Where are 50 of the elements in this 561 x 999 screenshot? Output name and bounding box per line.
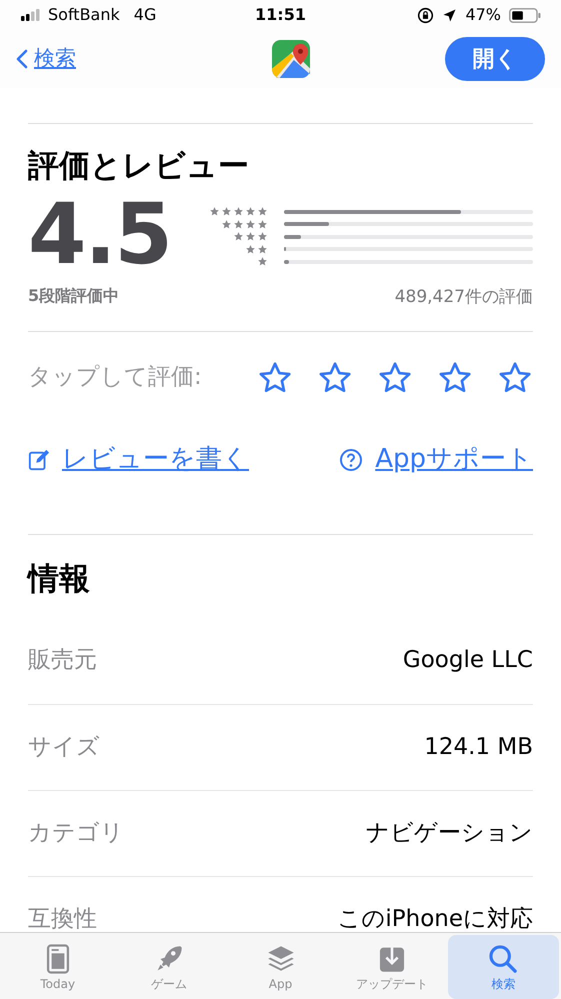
location-arrow-icon [442, 8, 458, 22]
star-icon [245, 206, 256, 217]
star-icon [245, 231, 256, 242]
tab-item[interactable]: ゲーム [113, 935, 225, 999]
star-icon [257, 256, 268, 267]
star-icon [257, 206, 268, 217]
info-label: 販売元 [28, 646, 97, 676]
battery-icon [509, 8, 541, 22]
map-app-icon [272, 40, 310, 78]
battery-percent: 47% [465, 4, 501, 26]
write-review-link[interactable]: レビューを書く [28, 440, 249, 479]
info-label: 互換性 [28, 904, 97, 934]
info-value: このiPhoneに対応 [337, 904, 533, 934]
star-icon [233, 218, 244, 230]
tab-item[interactable]: App [224, 935, 336, 999]
star-icon [245, 218, 256, 230]
star-icon [221, 206, 232, 217]
network-type: 4G [134, 4, 156, 26]
open-button[interactable]: 開く [445, 37, 545, 81]
app-support-link[interactable]: Appサポート [339, 440, 533, 479]
tap-to-rate-label: タップして評価: [28, 363, 202, 392]
status-time: 11:51 [254, 4, 307, 26]
info-value: Google LLC [402, 646, 533, 676]
question-circle-icon [339, 448, 364, 472]
rotation-lock-icon [417, 6, 434, 24]
back-link[interactable]: 検索 [16, 43, 136, 75]
star-icon [233, 206, 244, 217]
star-icon [257, 218, 268, 230]
chevron-left-icon [16, 48, 28, 70]
compose-icon [28, 448, 50, 470]
info-value: 124.1 MB [424, 732, 533, 762]
rating-count: 489,427件の評価 [394, 286, 533, 309]
star-icon [257, 244, 268, 254]
carrier-name: SoftBank [48, 4, 120, 26]
tab-item[interactable]: 検索 [448, 935, 560, 999]
rating-scale: 5段階評価中 [28, 285, 120, 307]
star-icon [233, 231, 244, 242]
info-value: ナビゲーション [366, 818, 533, 848]
info-heading: 情報 [28, 560, 91, 598]
star-icon [257, 231, 268, 242]
star-icon [221, 218, 232, 230]
signal-icon [20, 9, 42, 21]
rating-score: 4.5 [28, 194, 172, 274]
info-label: カテゴリ [28, 818, 124, 848]
star-icon [245, 244, 256, 254]
star-icon [209, 206, 220, 217]
tab-item[interactable]: アップデート [336, 935, 448, 999]
ratings-heading: 評価とレビュー [28, 147, 250, 186]
info-label: サイズ [28, 732, 100, 762]
tab-item[interactable]: Today [2, 935, 114, 999]
